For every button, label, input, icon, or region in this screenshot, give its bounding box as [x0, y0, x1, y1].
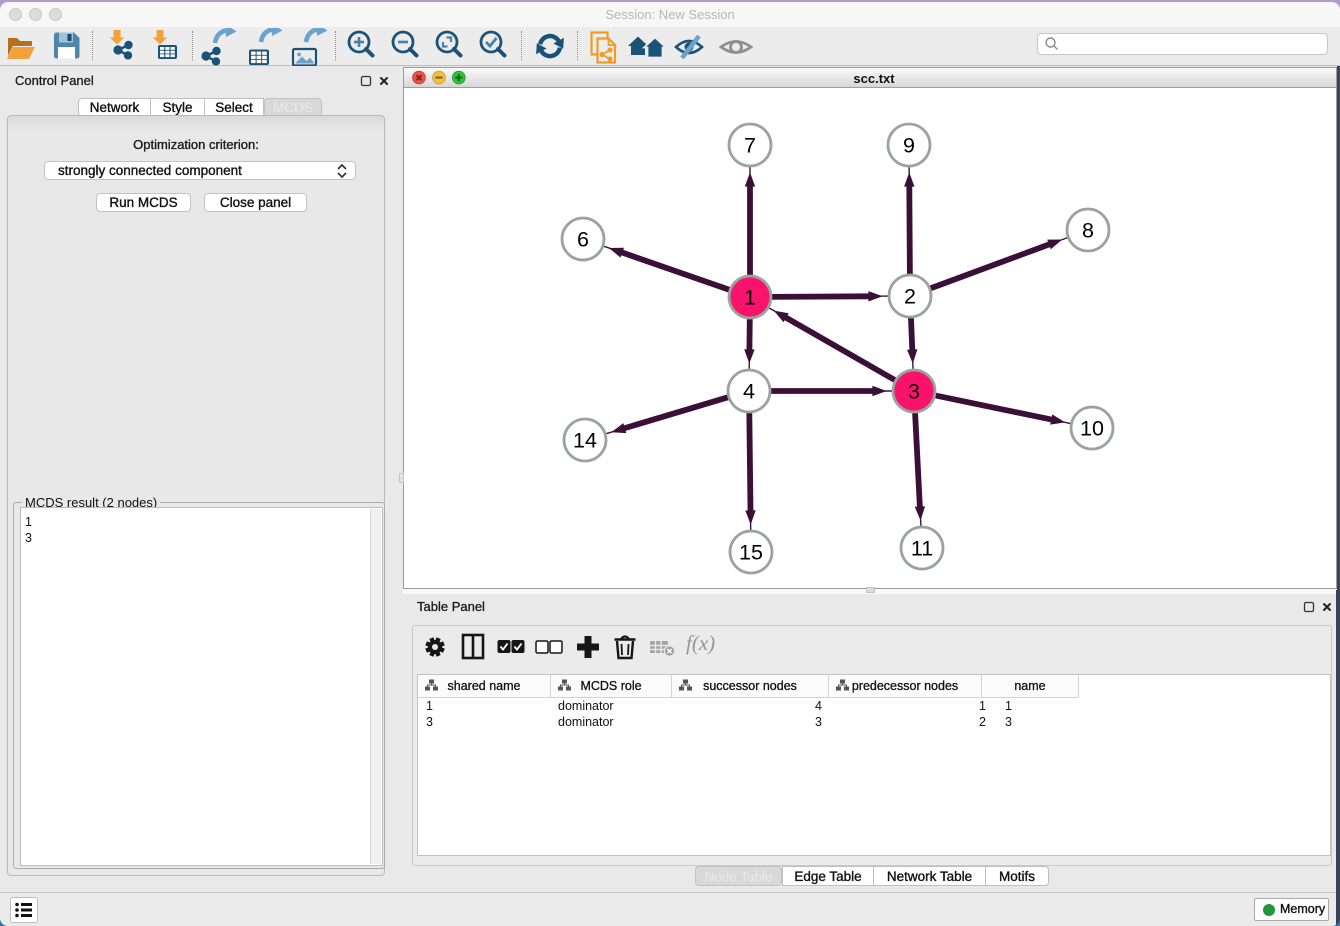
svg-text:8: 8: [1082, 219, 1094, 243]
svg-text:1: 1: [744, 286, 756, 310]
svg-text:7: 7: [744, 134, 756, 158]
svg-text:6: 6: [577, 228, 589, 252]
svg-text:15: 15: [739, 541, 763, 565]
svg-text:9: 9: [903, 134, 915, 158]
svg-text:2: 2: [904, 285, 916, 309]
svg-text:10: 10: [1080, 417, 1104, 441]
svg-text:14: 14: [573, 429, 597, 453]
svg-text:3: 3: [908, 380, 920, 404]
svg-text:4: 4: [743, 380, 755, 404]
svg-text:11: 11: [911, 537, 933, 561]
